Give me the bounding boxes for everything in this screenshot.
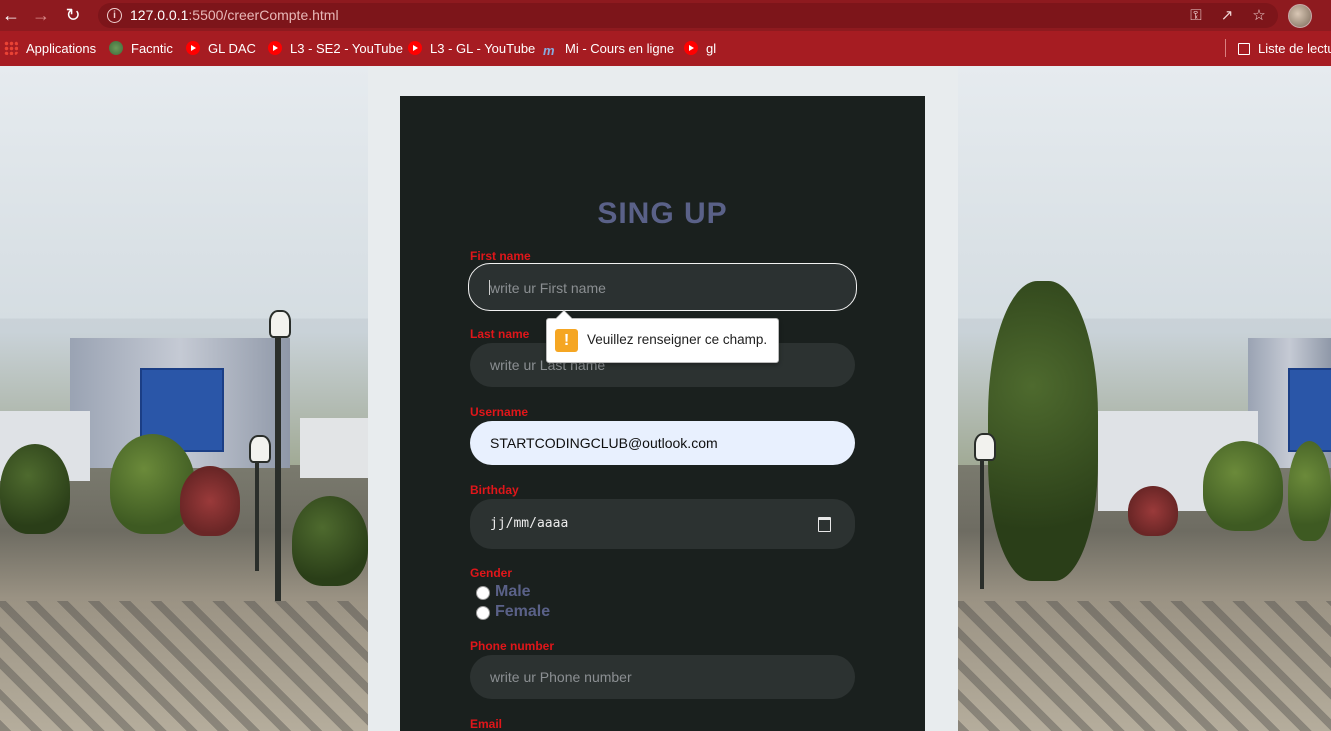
- username-label: Username: [470, 405, 529, 419]
- phone-input[interactable]: write ur Phone number: [470, 655, 855, 699]
- gender-label: Gender: [470, 566, 513, 580]
- youtube-icon: [684, 41, 698, 55]
- moodle-icon: m: [543, 43, 555, 58]
- forward-arrow-icon[interactable]: →: [30, 4, 52, 26]
- youtube-icon: [408, 41, 422, 55]
- address-bar[interactable]: i 127.0.0.1:5500/creerCompte.html ⚿ ↗ ☆: [98, 3, 1278, 28]
- first-name-input[interactable]: write ur First name: [468, 263, 857, 311]
- reload-icon[interactable]: ↻: [62, 4, 84, 26]
- first-name-label: First name: [470, 249, 531, 263]
- bookmark-l3-se2[interactable]: L3 - SE2 - YouTube: [268, 40, 403, 58]
- site-info-icon[interactable]: i: [107, 8, 122, 23]
- warning-icon: !: [555, 329, 578, 352]
- reading-list[interactable]: Liste de lectu: [1238, 40, 1331, 58]
- bookmarks-divider: [1225, 39, 1226, 57]
- star-bookmark-icon[interactable]: ☆: [1249, 6, 1269, 26]
- bookmark-mi-cours[interactable]: m Mi - Cours en ligne: [543, 40, 674, 58]
- bookmark-gl[interactable]: gl: [684, 40, 716, 58]
- back-arrow-icon[interactable]: ←: [0, 4, 22, 26]
- female-radio[interactable]: [476, 606, 490, 620]
- background-image-left: [0, 66, 368, 731]
- url-text[interactable]: 127.0.0.1:5500/creerCompte.html: [130, 7, 339, 23]
- birthday-date-input[interactable]: jj/mm/aaaa: [470, 499, 855, 549]
- calendar-icon[interactable]: [818, 517, 831, 532]
- bookmarks-bar: Applications Facntic GL DAC L3 - SE2 - Y…: [0, 31, 1331, 66]
- male-label: Male: [495, 583, 531, 600]
- bookmark-gl-dac[interactable]: GL DAC: [186, 40, 256, 58]
- key-icon[interactable]: ⚿: [1186, 6, 1206, 26]
- youtube-icon: [186, 41, 200, 55]
- signup-card: SING UP First name write ur First name L…: [400, 96, 925, 731]
- username-input[interactable]: STARTCODINGCLUB@outlook.com: [470, 421, 855, 465]
- page-background: SING UP First name write ur First name L…: [0, 66, 1331, 731]
- email-label: Email: [470, 717, 503, 731]
- female-label: Female: [495, 603, 551, 620]
- bookmark-applications[interactable]: Applications: [4, 40, 96, 58]
- bookmark-facntic[interactable]: Facntic: [109, 40, 173, 58]
- validation-message: Veuillez renseigner ce champ.: [587, 332, 768, 347]
- profile-avatar[interactable]: [1288, 4, 1312, 28]
- birthday-label: Birthday: [470, 483, 519, 497]
- reading-list-icon: [1238, 43, 1250, 55]
- browser-toolbar: ← → ↻ i 127.0.0.1:5500/creerCompte.html …: [0, 0, 1331, 31]
- share-icon[interactable]: ↗: [1217, 6, 1237, 26]
- last-name-label: Last name: [470, 327, 530, 341]
- facntic-favicon: [109, 41, 123, 55]
- page-title: SING UP: [597, 197, 728, 230]
- youtube-icon: [268, 41, 282, 55]
- apps-grid-icon: [4, 41, 18, 55]
- validation-tooltip: ! Veuillez renseigner ce champ.: [546, 310, 779, 363]
- phone-label: Phone number: [470, 639, 555, 653]
- male-radio[interactable]: [476, 586, 490, 600]
- background-image-right: [958, 66, 1331, 731]
- bookmark-l3-gl[interactable]: L3 - GL - YouTube: [408, 40, 535, 58]
